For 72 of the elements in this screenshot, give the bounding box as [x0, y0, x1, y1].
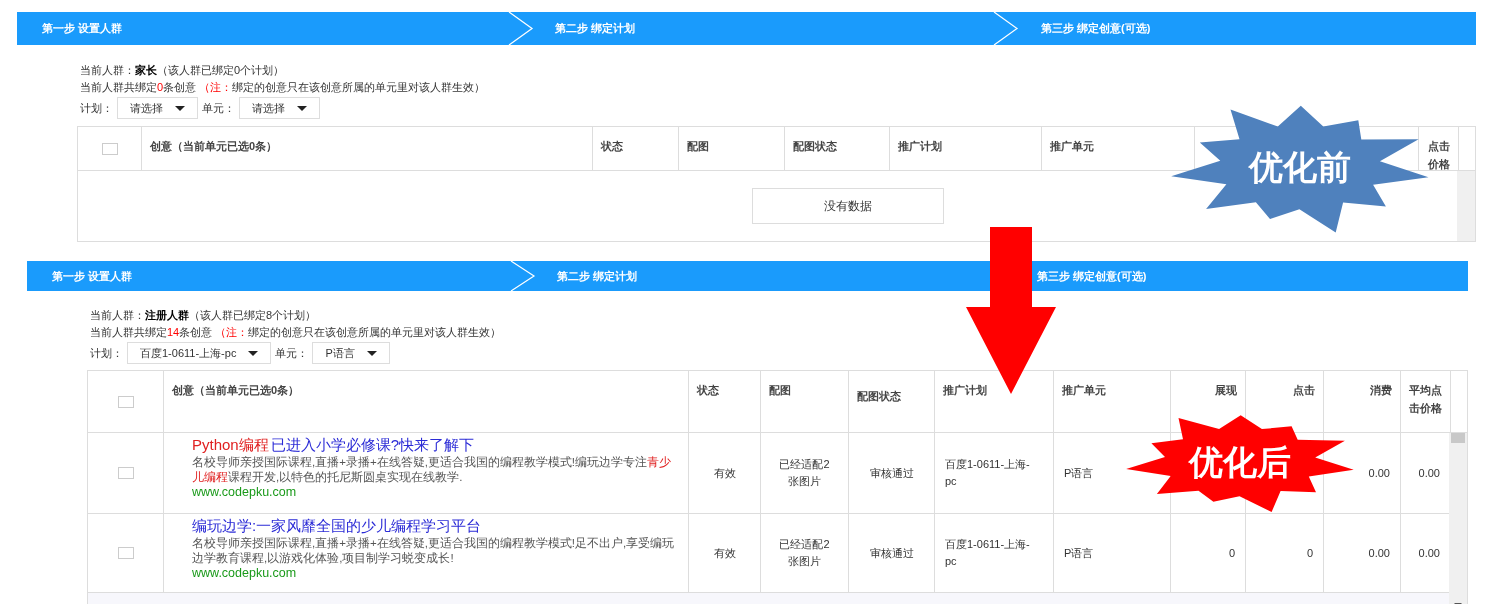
ad-url: www.codepku.com [192, 485, 298, 500]
column-header[interactable]: 推广计划 [943, 381, 1045, 399]
chevron-icon [993, 12, 1019, 45]
table-cell-text: 百度1-0611-上海-pc [945, 457, 1031, 489]
table-cell-text: 百度1-0611-上海-pc [945, 537, 1031, 569]
annotation-label: 优化前 [1249, 148, 1351, 186]
column-header[interactable]: 创意（当前单元已选0条） [172, 381, 680, 399]
caret-icon [297, 105, 307, 111]
unit-select[interactable]: P语言 [312, 342, 390, 364]
column-header[interactable]: 状态 [697, 381, 752, 399]
chevron-icon [510, 261, 536, 291]
table-cell-text: 0.00 [1418, 545, 1440, 561]
column-header[interactable]: 消费 [1332, 381, 1392, 399]
column-header[interactable]: 推广单元 [1062, 381, 1162, 399]
checkbox[interactable] [101, 142, 118, 155]
unit-select[interactable]: 请选择 [239, 97, 320, 119]
checkbox[interactable] [117, 547, 134, 559]
column-header[interactable]: 推广单元 [1050, 137, 1186, 155]
table-cell-text: 0.00 [1418, 465, 1440, 481]
table-cell-text: 有效 [713, 465, 736, 481]
checkbox[interactable] [117, 395, 134, 408]
bound-info: 当前人群共绑定0条创意 （注：绑定的创意只在该创意所属的单元里对该人群生效） [80, 80, 487, 95]
audience-name: 注册人群 [145, 308, 189, 323]
scrollbar[interactable] [1457, 171, 1475, 241]
audience-name: 家长 [135, 63, 157, 78]
column-header[interactable]: 展现 [1179, 381, 1237, 399]
ad-title-link[interactable]: Python编程已进入小学必修课?快来了解下 [192, 436, 678, 454]
column-header[interactable]: 配图状态 [857, 381, 926, 411]
caret-icon [175, 105, 185, 111]
empty-message: 没有数据 [751, 188, 944, 224]
audience-label: 当前人群： [80, 63, 135, 78]
column-header[interactable]: 平均点击价格 [1409, 381, 1442, 417]
column-header[interactable]: 配图状态 [793, 137, 881, 155]
audience-note: （该人群已绑定8个计划） [189, 308, 317, 323]
caret-icon [248, 350, 259, 356]
ad-description: 名校导师亲授国际课程,直播+录播+在线答疑,更适合我国的编程教学模式!编玩边学专注青少儿编程课程开发,以特色的托尼斯圆桌实现在线教学. [192, 455, 673, 485]
select-label: 单元： [275, 345, 309, 361]
checkbox[interactable] [117, 467, 134, 479]
column-header[interactable]: 点击价格 [1427, 137, 1450, 173]
bound-info: 当前人群共绑定14条创意 （注：绑定的创意只在该创意所属的单元里对该人群生效） [90, 325, 503, 340]
ad-description: 名校导师亲授国际课程,直播+录播+在线答疑,更适合我国的编程教学模式!足不出户,享受编玩边学教育课程,以游戏化体验,项目制学习蜕变成长! [192, 536, 676, 566]
table-cell-text: 0 [1306, 545, 1313, 561]
column-header[interactable]: 推广计划 [898, 137, 1033, 155]
column-header[interactable]: 配图 [687, 137, 776, 155]
table-cell-text: 0 [1228, 545, 1235, 561]
audience-note: （该人群已绑定0个计划） [157, 63, 285, 78]
column-header[interactable]: 配图 [769, 381, 840, 399]
select-label: 计划： [90, 345, 123, 361]
table-cell-text: 审核通过 [868, 545, 915, 561]
table-cell-text: 审核通过 [868, 465, 915, 481]
table-cell-text: 已经适配2张图片 [778, 457, 831, 489]
table-cell-text: P语言 [1064, 465, 1094, 481]
table-cell-text: 0.00 [1368, 465, 1390, 481]
table-cell-text: P语言 [1064, 545, 1094, 561]
scrollbar[interactable] [1449, 433, 1467, 604]
caret-icon [366, 350, 377, 356]
select-label: 计划： [80, 100, 113, 116]
ad-url: www.codepku.com [192, 566, 298, 581]
table-cell-text: 已经适配2张图片 [778, 537, 831, 569]
scrollbar-thumb[interactable] [1451, 433, 1465, 443]
table-cell-text: 0.00 [1368, 545, 1390, 561]
annotation-label: 优化后 [1189, 443, 1291, 481]
plan-select[interactable]: 请选择 [117, 97, 198, 119]
chevron-icon [508, 12, 534, 45]
select-label: 单元： [202, 100, 235, 116]
table-cell-text: 有效 [713, 545, 736, 561]
plan-select[interactable]: 百度1-0611-上海-pc [127, 342, 272, 364]
column-header[interactable]: 点击 [1254, 381, 1315, 399]
ad-title-link[interactable]: 编玩边学:一家风靡全国的少儿编程学习平台 [192, 517, 678, 535]
column-header[interactable]: 状态 [601, 137, 670, 155]
column-header[interactable]: 创意（当前单元已选0条） [150, 137, 584, 155]
audience-label: 当前人群： [90, 308, 145, 323]
